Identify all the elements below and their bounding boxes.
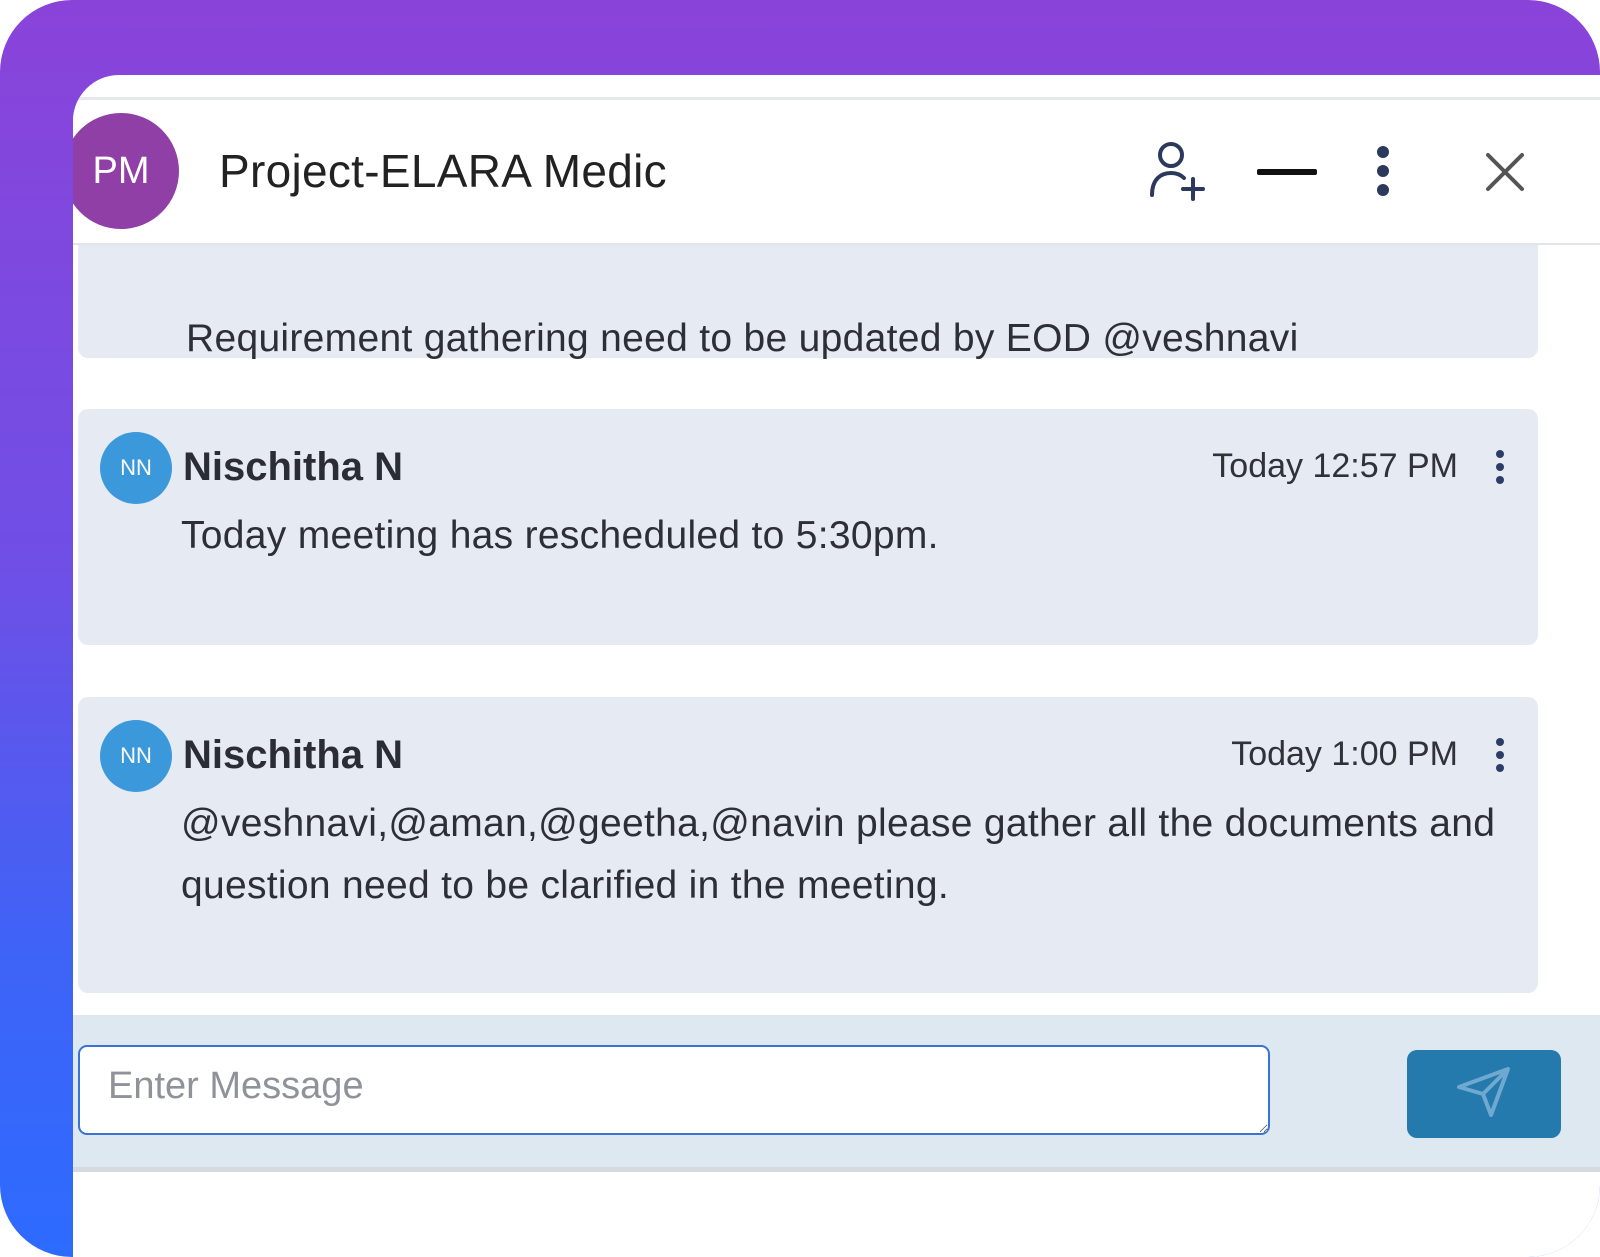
chat-title: Project-ELARA Medic [219,145,667,197]
close-icon[interactable] [1477,144,1533,200]
message-author: Nischitha N [183,445,404,489]
message-text: Today meeting has rescheduled to 5:30pm. [181,514,939,557]
message-text: @veshnavi,@aman,@geetha,@navin please ga… [181,802,1496,907]
message-card: NN Nischitha N Today 12:57 PM Today meet… [78,409,1538,645]
add-user-icon[interactable] [1147,140,1207,202]
message-text: Requirement gathering need to be updated… [186,317,1299,360]
send-button[interactable] [1407,1050,1561,1138]
chat-panel: Requirement gathering need to be updated… [73,75,1600,1257]
send-icon [1457,1066,1511,1122]
user-avatar: NN [100,432,172,504]
user-avatar: NN [100,720,172,792]
app-frame: Requirement gathering need to be updated… [0,0,1600,1257]
more-vertical-icon[interactable] [1363,140,1403,202]
message-menu-icon[interactable] [1490,447,1510,487]
message-card: NN Nischitha N Today 1:00 PM @veshnavi,@… [78,697,1538,993]
message-composer [73,1015,1600,1172]
message-timestamp: Today 1:00 PM [1231,735,1458,773]
message-menu-icon[interactable] [1490,735,1510,775]
message-input[interactable] [78,1045,1270,1135]
minimize-icon[interactable] [1256,160,1318,184]
group-avatar: PM [73,113,179,229]
message-timestamp: Today 12:57 PM [1212,447,1458,485]
message-author: Nischitha N [183,733,404,777]
chat-header: PM Project-ELARA Medic [73,100,1600,245]
